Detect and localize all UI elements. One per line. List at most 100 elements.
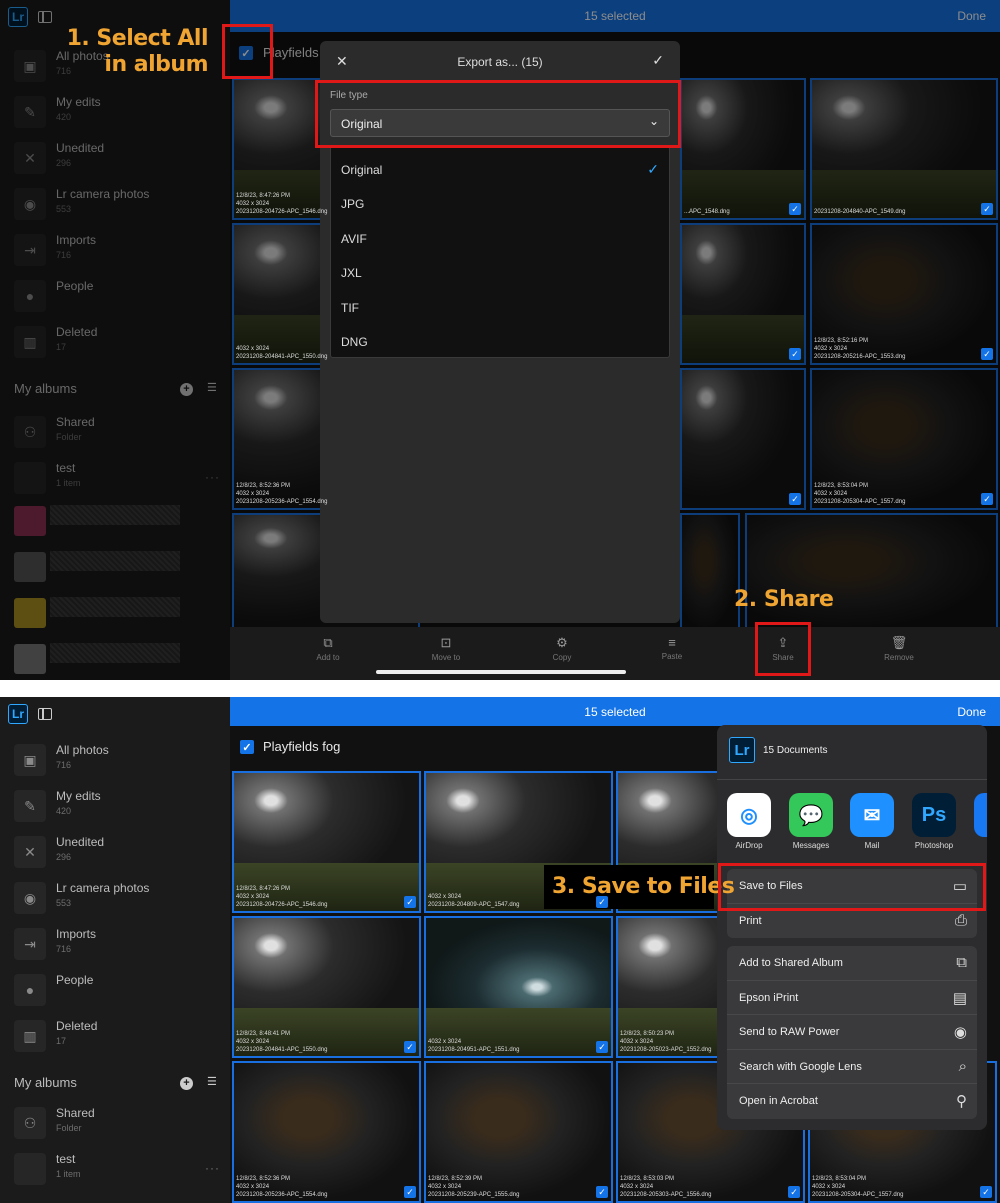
sidebar-item-people[interactable]: ● People: [14, 970, 224, 1010]
sidebar-item-label: Deleted: [56, 1019, 98, 1033]
photo-tile[interactable]: 12/8/23, 8:47:26 PM 4032 x 3024 20231208-2…: [232, 771, 421, 913]
sidebar-item-unedited[interactable]: ✕ Unedited 296: [14, 832, 224, 872]
selected-check-icon[interactable]: ✓: [596, 1041, 608, 1053]
sidebar-item-label: My edits: [56, 789, 101, 803]
option-dng[interactable]: DNG: [341, 327, 659, 357]
copy-button[interactable]: ⚙ Copy: [532, 635, 592, 662]
share-app-photoshop[interactable]: Ps Photoshop: [912, 793, 956, 850]
confirm-check-icon[interactable]: ✓: [652, 52, 664, 69]
sort-icon[interactable]: ☰: [207, 1075, 217, 1088]
paste-button[interactable]: ≡ Paste: [642, 635, 702, 661]
share-app-mail[interactable]: ✉ Mail: [850, 793, 894, 850]
screen-share-sheet: Lr ▣ All photos 716 ✎ My edits 420 ✕ Unedited…: [0, 697, 1000, 1203]
photo-meta: 12/8/23, 8:53:03 PM 4032 x 3024 20231208-2…: [620, 1176, 712, 1198]
selected-check-icon[interactable]: ✓: [981, 348, 993, 360]
sidebar-item-my-edits[interactable]: ✎ My edits 420: [14, 786, 224, 826]
option-avif[interactable]: AVIF: [341, 224, 659, 254]
selected-check-icon[interactable]: ✓: [404, 1186, 416, 1198]
file-type-dropdown: Original ✓ JPG AVIF JXL TIF DNG: [330, 146, 670, 358]
photo-meta: 12/8/23, 8:47:26 PM 4032 x 3024 20231208-2…: [236, 886, 328, 908]
add-to-shared-album-action[interactable]: Add to Shared Album ⧉: [727, 946, 977, 981]
photo-meta: 12/8/23, 8:47:26 PM 4032 x 3024 20231208-2…: [236, 193, 328, 215]
photo-meta: 20231208-204840-APC_1549.dng: [814, 209, 906, 215]
photo-meta: 4032 x 3024 20231208-204951-APC_1551.dng: [428, 1039, 520, 1053]
sidebar-item-lr-camera[interactable]: ◉ Lr camera photos 553: [14, 878, 224, 918]
done-button[interactable]: Done: [957, 705, 986, 719]
albums-heading: My albums: [14, 1075, 77, 1090]
image-icon: ▣: [14, 744, 46, 776]
photo-tile[interactable]: 12/8/23, 8:48:41 PM 4032 x 3024 20231208-2…: [232, 916, 421, 1058]
photo-meta: 4032 x 3024 20231208-204809-APC_1547.dng: [428, 894, 520, 908]
remove-button[interactable]: 🗑 Remove: [869, 635, 929, 662]
photo-meta: ...APC_1548.dng: [684, 209, 730, 215]
selected-check-icon[interactable]: ✓: [404, 1041, 416, 1053]
more-icon[interactable]: ···: [205, 1161, 220, 1175]
selected-check-icon[interactable]: ✓: [981, 203, 993, 215]
sidebar-item-label: Imports: [56, 927, 97, 941]
move-to-icon: ⊡: [440, 635, 452, 650]
sidebar-item-all-photos[interactable]: ▣ All photos 716: [14, 740, 224, 780]
open-in-acrobat-action[interactable]: Open in Acrobat ⚲: [727, 1084, 977, 1119]
selected-check-icon[interactable]: ✓: [788, 1186, 800, 1198]
album-count: Folder: [56, 1123, 82, 1133]
shared-album-icon: ⧉: [956, 954, 967, 971]
google-lens-action[interactable]: Search with Google Lens ⌕: [727, 1050, 977, 1084]
selected-check-icon[interactable]: ✓: [789, 203, 801, 215]
selected-check-icon[interactable]: ✓: [596, 1186, 608, 1198]
add-album-icon[interactable]: +: [180, 1077, 193, 1090]
select-all-checkbox[interactable]: ✓: [240, 740, 254, 754]
printer-icon: ⎙: [954, 911, 967, 929]
share-actions-secondary: Add to Shared Album ⧉ Epson iPrint ▤ Send …: [727, 946, 977, 1119]
selected-check-icon[interactable]: ✓: [789, 493, 801, 505]
import-icon: ⇥: [14, 928, 46, 960]
selected-check-icon[interactable]: ✓: [980, 1186, 992, 1198]
highlight-select-all: [222, 24, 273, 79]
highlight-save-to-files: [718, 863, 986, 911]
highlight-file-type: [315, 80, 681, 148]
photo-meta: 12/8/23, 8:48:41 PM 4032 x 3024 20231208-2…: [236, 1031, 328, 1053]
pencil-icon: ✎: [14, 790, 46, 822]
photo-meta: 12/8/23, 8:50:23 PM 4032 x 3024 20231208-2…: [620, 1031, 712, 1053]
acrobat-icon: ⚲: [956, 1093, 967, 1110]
add-to-button[interactable]: ⧉ Add to: [298, 635, 358, 662]
photo-tile[interactable]: 12/8/23, 8:52:36 PM 4032 x 3024 20231208-2…: [232, 1061, 421, 1203]
photo-meta: 12/8/23, 8:52:39 PM 4032 x 3024 20231208-2…: [428, 1176, 520, 1198]
sidebar-item-deleted[interactable]: ▥ Deleted 17: [14, 1016, 224, 1056]
option-jpg[interactable]: JPG: [341, 189, 659, 219]
option-original[interactable]: Original ✓: [341, 155, 659, 185]
sidebar-item-imports[interactable]: ⇥ Imports 716: [14, 924, 224, 964]
send-to-raw-power-action[interactable]: Send to RAW Power ◉: [727, 1015, 977, 1050]
share-title: 15 Documents: [763, 744, 828, 756]
share-app-more[interactable]: [974, 793, 987, 837]
selected-check-icon[interactable]: ✓: [596, 896, 608, 908]
sidebar-item-count: 716: [56, 760, 72, 770]
option-tif[interactable]: TIF: [341, 293, 659, 323]
callout-share: 2. Share: [734, 587, 834, 612]
sidebar-toggle-icon[interactable]: [38, 707, 52, 720]
app-icon: [974, 793, 987, 837]
photo-tile[interactable]: 12/8/23, 8:52:39 PM 4032 x 3024 20231208-2…: [424, 1061, 613, 1203]
photo-tile[interactable]: 4032 x 3024 20231208-204951-APC_1551.dng ✓: [424, 916, 613, 1058]
highlight-share: [755, 622, 811, 676]
selected-check-icon[interactable]: ✓: [789, 348, 801, 360]
share-app-messages[interactable]: 💬 Messages: [789, 793, 833, 850]
selected-check-icon[interactable]: ✓: [404, 896, 416, 908]
sidebar-item-count: 296: [56, 852, 72, 862]
album-test[interactable]: test 1 item ···: [14, 1149, 224, 1189]
epson-icon: ▤: [952, 989, 967, 1007]
camera-icon: ◉: [14, 882, 46, 914]
selected-check-icon[interactable]: ✓: [981, 493, 993, 505]
shared-icon: ⚇: [14, 1107, 46, 1139]
share-app-airdrop[interactable]: ◎ AirDrop: [727, 793, 771, 850]
album-shared[interactable]: ⚇ Shared Folder: [14, 1103, 224, 1143]
move-to-button[interactable]: ⊡ Move to: [416, 635, 476, 662]
check-icon: ✓: [647, 161, 659, 177]
folder-icon: [14, 1153, 46, 1185]
paste-icon: ≡: [668, 635, 676, 650]
lightroom-logo-icon: Lr: [8, 703, 28, 724]
option-jxl[interactable]: JXL: [341, 258, 659, 288]
airdrop-icon: ◎: [727, 793, 771, 837]
dialog-title: Export as... (15): [457, 55, 543, 69]
screen-export-dialog: Lr ▣ All photos 716 ✎ My edits 420 ✕ Unedited…: [0, 0, 1000, 680]
epson-iprint-action[interactable]: Epson iPrint ▤: [727, 981, 977, 1015]
